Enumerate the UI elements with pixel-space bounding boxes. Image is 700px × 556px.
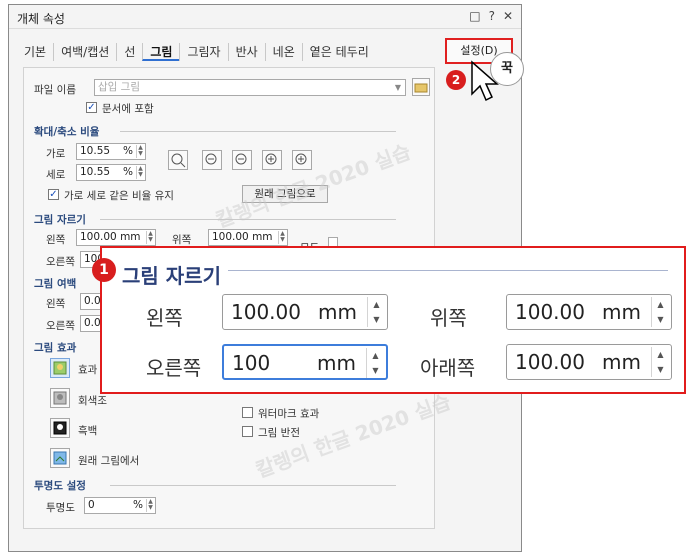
watermark-checkbox[interactable] (242, 407, 253, 418)
scale-height-input[interactable]: 10.55% ▲ ▼ (76, 164, 146, 181)
crop-right-label: 오른쪽 (46, 256, 75, 268)
scale-width-label: 가로 (46, 148, 66, 160)
transparency-input[interactable]: 0% ▲ ▼ (84, 497, 156, 514)
invert-label: 그림 반전 (258, 427, 300, 439)
comment-icon[interactable]: □ (469, 9, 480, 23)
zoom-top-label: 위쪽 (430, 306, 467, 330)
folder-icon[interactable] (412, 78, 430, 96)
zoom-right-label: 오른쪽 (146, 356, 202, 380)
zoom-100-icon[interactable] (168, 150, 188, 170)
black-white-label: 흑백 (78, 425, 98, 437)
effects-section-title: 그림 효과 (34, 342, 77, 354)
zoom-third-icon[interactable] (232, 150, 252, 170)
embed-label: 문서에 포함 (102, 103, 154, 115)
crop-top-label: 위쪽 (172, 234, 192, 246)
spinner-icon: ▲ ▼ (146, 499, 154, 512)
zoom-bottom-label: 아래쪽 (420, 356, 476, 380)
tab-line[interactable]: 선 (116, 43, 142, 61)
crop-left-input[interactable]: 100.00 mm ▲ ▼ (76, 229, 156, 246)
zoom-one-half-icon[interactable] (262, 150, 282, 170)
zoom-half-icon[interactable] (202, 150, 222, 170)
tab-margin-caption[interactable]: 여백/캡션 (53, 43, 116, 61)
tab-shadow[interactable]: 그림자 (179, 43, 227, 61)
margin-section-title: 그림 여백 (34, 278, 77, 290)
crop-section-title: 그림 자르기 (34, 214, 86, 226)
spinner-icon: ▲ ▼ (136, 145, 144, 158)
zoom-right-input[interactable]: 100 mm ▲ ▼ (222, 344, 388, 380)
crop-left-label: 왼쪽 (46, 234, 66, 246)
zoom-bottom-input[interactable]: 100.00 mm ▲ ▼ (506, 344, 672, 380)
transparency-section-title: 투명도 설정 (34, 480, 86, 492)
spinner-icon: ▲ ▼ (278, 231, 286, 244)
filename-label: 파일 이름 (34, 84, 76, 96)
zoom-top-input[interactable]: 100.00 mm ▲ ▼ (506, 294, 672, 330)
tab-picture[interactable]: 그림 (142, 43, 180, 61)
watermark-label: 워터마크 효과 (258, 408, 320, 420)
zoom-double-icon[interactable] (292, 150, 312, 170)
scale-section-title: 확대/축소 비율 (34, 126, 100, 138)
spinner-icon: ▲ ▼ (136, 166, 144, 179)
crop-zoom-panel: 1 그림 자르기 왼쪽 100.00 mm ▲ ▼ 위쪽 100.00 mm ▲ ▼ 오… (92, 246, 686, 394)
title-bar: 개체 속성 □ ? ✕ (9, 5, 521, 29)
zoom-title: 그림 자르기 (122, 264, 221, 288)
spinner-icon: ▲ ▼ (651, 347, 669, 377)
from-original-icon[interactable] (50, 448, 70, 468)
keep-ratio-checkbox[interactable]: ✓ (48, 189, 59, 200)
zoom-left-label: 왼쪽 (146, 306, 183, 330)
dialog-title: 개체 속성 (17, 12, 65, 26)
margin-left-label: 왼쪽 (46, 298, 66, 310)
tab-basic[interactable]: 기본 (17, 43, 53, 61)
step-badge-1: 1 (92, 258, 116, 282)
tab-soft-edge[interactable]: 옅은 테두리 (301, 43, 376, 61)
keep-ratio-label: 가로 세로 같은 비율 유지 (64, 190, 174, 202)
no-effect-icon[interactable] (50, 358, 70, 378)
grayscale-icon[interactable] (50, 388, 70, 408)
from-original-label: 원래 그림에서 (78, 455, 140, 467)
spinner-icon: ▲ ▼ (366, 348, 384, 378)
embed-checkbox[interactable]: ✓ (86, 102, 97, 113)
spinner-icon: ▲ ▼ (367, 297, 385, 327)
transparency-label: 투명도 (46, 502, 75, 514)
spinner-icon: ▲ ▼ (146, 231, 154, 244)
tab-neon[interactable]: 네온 (264, 43, 302, 61)
invert-checkbox[interactable] (242, 426, 253, 437)
scale-width-input[interactable]: 10.55% ▲ ▼ (76, 143, 146, 160)
zoom-left-input[interactable]: 100.00 mm ▲ ▼ (222, 294, 388, 330)
margin-right-label: 오른쪽 (46, 320, 75, 332)
tab-reflection[interactable]: 반사 (227, 43, 265, 61)
help-icon[interactable]: ? (489, 9, 495, 23)
black-white-icon[interactable] (50, 418, 70, 438)
step-badge-2: 2 (446, 70, 466, 90)
spinner-icon: ▲ ▼ (651, 297, 669, 327)
tab-bar: 기본 여백/캡션 선 그림 그림자 반사 네온 옅은 테두리 (17, 43, 376, 61)
scale-height-label: 세로 (46, 169, 66, 181)
grayscale-label: 회색조 (78, 395, 107, 407)
mouse-cursor-icon (471, 60, 499, 102)
filename-field[interactable]: 삽입 그림 ▼ (94, 79, 406, 96)
close-icon[interactable]: ✕ (503, 9, 513, 23)
